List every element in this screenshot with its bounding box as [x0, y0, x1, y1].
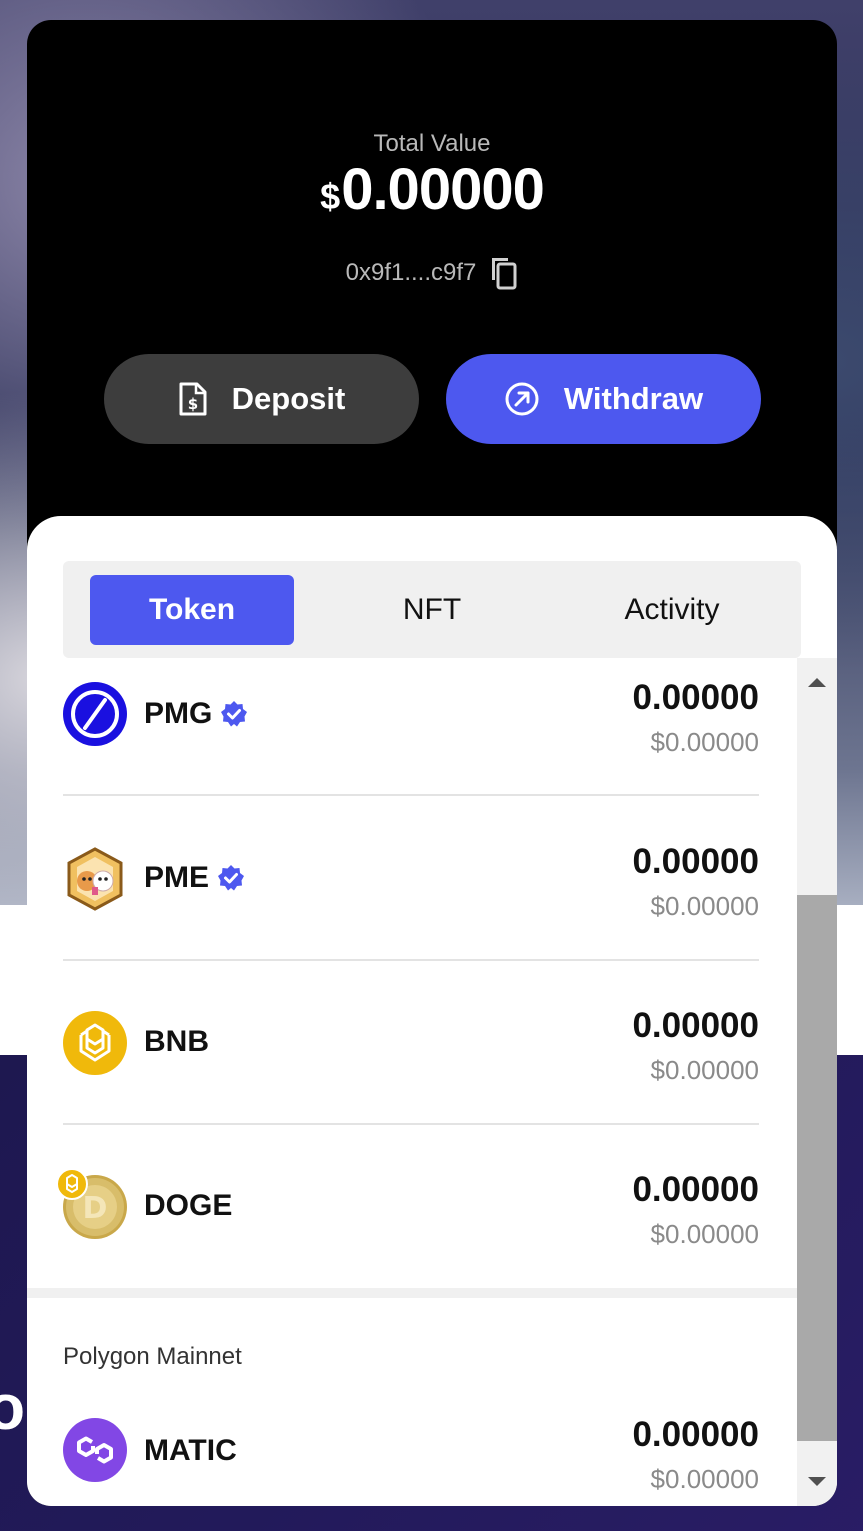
row-divider	[63, 959, 759, 961]
token-list: PMG 0.00000 $0.00000 PME 0.00000 $0.0000…	[27, 658, 797, 1506]
row-divider	[63, 794, 759, 796]
pmg-logo-icon	[63, 682, 127, 746]
token-usd-pmg: $0.00000	[650, 727, 759, 757]
token-amount-pmg: 0.00000	[632, 678, 759, 717]
bnb-logo-icon	[63, 1011, 127, 1075]
wallet-popup: Total Value $0.00000 0x9f1....c9f7 $ Dep…	[27, 20, 837, 1506]
token-symbol: BNB	[144, 1025, 209, 1058]
token-row-pme[interactable]: PME 0.00000 $0.00000	[63, 822, 759, 986]
pme-logo-icon	[63, 847, 127, 911]
copy-icon[interactable]	[488, 256, 518, 290]
section-separator	[27, 1288, 797, 1298]
token-amount-bnb: 0.00000	[632, 1006, 759, 1045]
tab-activity[interactable]: Activity	[570, 575, 774, 645]
token-amount-matic: 0.00000	[632, 1415, 759, 1454]
matic-logo-icon	[63, 1418, 127, 1482]
token-symbol: DOGE	[144, 1189, 233, 1222]
total-value-amount: $0.00000	[27, 156, 837, 223]
total-value-currency: $	[320, 176, 340, 217]
tab-nft[interactable]: NFT	[330, 575, 534, 645]
deposit-button[interactable]: $ Deposit	[104, 354, 419, 444]
token-name-bnb: BNB	[144, 1025, 209, 1059]
token-name-matic: MATIC	[144, 1434, 237, 1468]
total-value-number: 0.00000	[341, 157, 545, 222]
token-usd-bnb: $0.00000	[650, 1055, 759, 1085]
bnb-chain-badge-icon	[56, 1168, 88, 1200]
withdraw-button[interactable]: Withdraw	[446, 354, 761, 444]
verified-badge-icon	[217, 864, 245, 892]
row-divider	[63, 1123, 759, 1125]
token-symbol: PME	[144, 861, 210, 894]
token-usd-pme: $0.00000	[650, 891, 759, 921]
network-section-label: Polygon Mainnet	[63, 1343, 242, 1370]
token-row-pmg[interactable]: PMG 0.00000 $0.00000	[63, 658, 759, 822]
token-row-bnb[interactable]: BNB 0.00000 $0.00000	[63, 986, 759, 1150]
token-name-pmg: PMG	[144, 697, 248, 731]
wallet-address: 0x9f1....c9f7	[345, 259, 477, 286]
token-amount-pme: 0.00000	[632, 842, 759, 881]
token-amount-doge: 0.00000	[632, 1170, 759, 1209]
token-name-pme: PME	[144, 861, 245, 895]
verified-badge-icon	[220, 700, 248, 728]
token-row-matic[interactable]: MATIC 0.00000 $0.00000	[63, 1393, 759, 1506]
token-symbol: PMG	[144, 697, 213, 730]
tab-token[interactable]: Token	[90, 575, 294, 645]
token-list-scrollbar[interactable]	[797, 658, 837, 1506]
deposit-label: Deposit	[231, 381, 346, 416]
wallet-address-row: 0x9f1....c9f7	[27, 256, 837, 290]
token-symbol: MATIC	[144, 1434, 237, 1467]
withdraw-label: Withdraw	[563, 381, 704, 416]
scroll-up-arrow-icon[interactable]	[797, 662, 837, 702]
token-usd-matic: $0.00000	[650, 1464, 759, 1494]
scroll-down-arrow-icon[interactable]	[797, 1462, 837, 1502]
token-name-doge: DOGE	[144, 1189, 232, 1223]
svg-text:D: D	[83, 1191, 108, 1226]
token-usd-doge: $0.00000	[650, 1219, 759, 1249]
asset-tabs: Token NFT Activity	[63, 561, 801, 658]
deposit-invoice-icon: $	[178, 381, 208, 417]
svg-text:$: $	[187, 395, 197, 413]
total-value-label: Total Value	[373, 130, 491, 157]
assets-panel: Token NFT Activity PMG 0.00000 $0.00000 …	[27, 516, 837, 1506]
scrollbar-thumb[interactable]	[797, 895, 837, 1441]
withdraw-arrow-icon	[504, 381, 540, 417]
